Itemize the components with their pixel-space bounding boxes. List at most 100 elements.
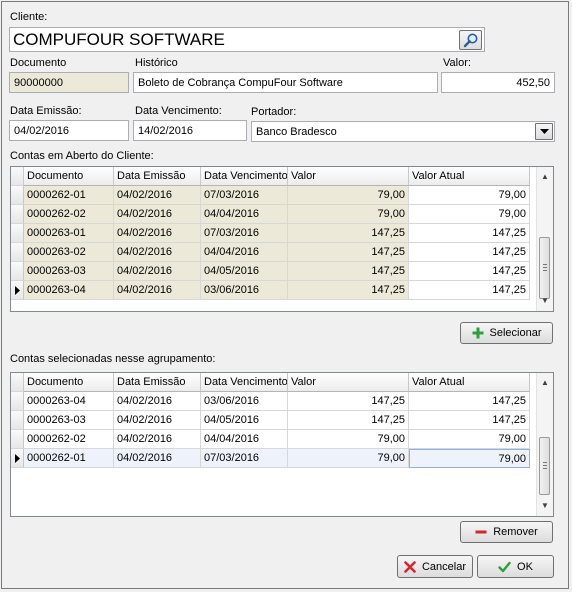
cell-valor-atual: 79,00 xyxy=(409,430,530,449)
vertical-scrollbar[interactable]: ▲ ▼ xyxy=(536,167,553,311)
cell-valor-atual: 79,00 xyxy=(409,186,530,205)
magnifier-icon xyxy=(463,33,477,48)
cell-valor-atual: 147,25 xyxy=(409,392,530,411)
ok-button[interactable]: OK xyxy=(477,555,554,578)
cell-valor: 79,00 xyxy=(288,449,409,468)
portador-dropdown-button[interactable] xyxy=(535,123,553,140)
portador-select[interactable]: Banco Bradesco xyxy=(251,121,555,142)
documento-label: Documento xyxy=(10,57,67,69)
column-header[interactable]: Valor Atual xyxy=(409,373,530,392)
scroll-up-arrow-icon[interactable]: ▲ xyxy=(537,375,553,391)
table-row[interactable]: 0000263-01 04/02/2016 07/03/2016 147,25 … xyxy=(11,224,530,243)
table-row[interactable]: 0000262-01 04/02/2016 07/03/2016 79,00 7… xyxy=(11,186,530,205)
current-row-arrow-icon xyxy=(15,286,20,295)
cliente-label: Cliente: xyxy=(10,11,48,23)
cliente-value: COMPUFOUR SOFTWARE xyxy=(13,30,225,49)
table-row[interactable]: 0000263-02 04/02/2016 04/04/2016 147,25 … xyxy=(11,243,530,262)
row-indicator xyxy=(11,392,24,411)
table-row-current[interactable]: 0000262-01 04/02/2016 07/03/2016 79,00 7… xyxy=(11,449,530,468)
cell-vencimento: 04/04/2016 xyxy=(201,243,288,262)
row-indicator xyxy=(11,411,24,430)
open-accounts-label: Contas em Aberto do Cliente: xyxy=(10,150,154,162)
table-row[interactable]: 0000263-04 04/02/2016 03/06/2016 147,25 … xyxy=(11,392,530,411)
cell-emissao: 04/02/2016 xyxy=(114,430,201,449)
cell-emissao: 04/02/2016 xyxy=(114,243,201,262)
grip-line xyxy=(543,264,547,265)
column-header[interactable]: Documento xyxy=(24,373,114,392)
cell-valor: 79,00 xyxy=(288,205,409,224)
column-header[interactable]: Valor xyxy=(288,167,409,186)
row-indicator-header xyxy=(11,167,24,186)
cell-vencimento: 03/06/2016 xyxy=(201,392,288,411)
column-header[interactable]: Data Emissão xyxy=(114,167,201,186)
cell-documento: 0000263-03 xyxy=(24,411,114,430)
cell-documento: 0000263-04 xyxy=(24,281,114,300)
column-header[interactable]: Valor xyxy=(288,373,409,392)
scrollbar-thumb[interactable] xyxy=(539,437,550,495)
scroll-up-arrow-icon[interactable]: ▲ xyxy=(537,169,553,185)
scroll-down-arrow-icon[interactable]: ▼ xyxy=(537,498,553,514)
grid-header: Documento Data Emissão Data Vencimento V… xyxy=(11,167,530,186)
cell-valor: 147,25 xyxy=(288,392,409,411)
cell-vencimento: 04/04/2016 xyxy=(201,430,288,449)
checkmark-icon xyxy=(498,561,511,572)
column-header[interactable]: Valor Atual xyxy=(409,167,530,186)
open-accounts-grid[interactable]: Documento Data Emissão Data Vencimento V… xyxy=(10,166,554,312)
cell-emissao: 04/02/2016 xyxy=(114,186,201,205)
select-button[interactable]: Selecionar xyxy=(460,322,553,344)
cell-valor: 147,25 xyxy=(288,224,409,243)
historico-label: Histórico xyxy=(135,57,178,69)
table-row[interactable]: 0000262-02 04/02/2016 04/04/2016 79,00 7… xyxy=(11,205,530,224)
data-vencimento-field[interactable]: 14/02/2016 xyxy=(133,120,247,141)
ok-button-label: OK xyxy=(517,560,533,573)
cell-valor-atual[interactable]: 79,00 xyxy=(409,449,530,468)
cancel-button-label: Cancelar xyxy=(421,560,467,573)
cell-valor: 147,25 xyxy=(288,281,409,300)
remove-button[interactable]: Remover xyxy=(460,521,553,543)
current-row-arrow-icon xyxy=(15,454,20,463)
selected-accounts-grid[interactable]: Documento Data Emissão Data Vencimento V… xyxy=(10,372,554,517)
cell-vencimento: 07/03/2016 xyxy=(201,224,288,243)
cell-vencimento: 03/06/2016 xyxy=(201,281,288,300)
cell-vencimento: 04/05/2016 xyxy=(201,262,288,281)
row-indicator-header xyxy=(11,373,24,392)
row-indicator xyxy=(11,262,24,281)
cell-valor-atual: 147,25 xyxy=(409,243,530,262)
cliente-field[interactable]: COMPUFOUR SOFTWARE xyxy=(9,27,485,52)
cell-valor: 79,00 xyxy=(288,430,409,449)
grip-line xyxy=(543,270,547,271)
data-emissao-field[interactable]: 04/02/2016 xyxy=(9,120,129,141)
scrollbar-thumb[interactable] xyxy=(539,237,550,299)
column-header[interactable]: Data Vencimento xyxy=(201,167,288,186)
scroll-down-arrow-icon[interactable]: ▼ xyxy=(537,293,553,309)
row-indicator xyxy=(11,449,24,468)
cell-valor-atual: 79,00 xyxy=(409,205,530,224)
vertical-scrollbar[interactable]: ▲ ▼ xyxy=(536,373,553,516)
valor-field[interactable]: 452,50 xyxy=(441,72,555,93)
column-header[interactable]: Data Vencimento xyxy=(201,373,288,392)
column-header[interactable]: Documento xyxy=(24,167,114,186)
search-button[interactable] xyxy=(459,30,482,50)
cell-valor-atual: 147,25 xyxy=(409,411,530,430)
table-row[interactable]: 0000263-03 04/02/2016 04/05/2016 147,25 … xyxy=(11,411,530,430)
plus-icon xyxy=(472,327,483,339)
cell-documento: 0000263-01 xyxy=(24,224,114,243)
historico-field[interactable]: Boleto de Cobrança CompuFour Software xyxy=(133,72,438,93)
cell-valor-atual: 147,25 xyxy=(409,281,530,300)
row-indicator xyxy=(11,243,24,262)
cell-documento: 0000262-01 xyxy=(24,449,114,468)
grip-line xyxy=(543,465,547,466)
column-header[interactable]: Data Emissão xyxy=(114,373,201,392)
cancel-button[interactable]: Cancelar xyxy=(397,555,473,578)
table-row[interactable]: 0000262-02 04/02/2016 04/04/2016 79,00 7… xyxy=(11,430,530,449)
x-icon xyxy=(404,560,416,573)
table-row-current[interactable]: 0000263-04 04/02/2016 03/06/2016 147,25 … xyxy=(11,281,530,300)
row-indicator xyxy=(11,224,24,243)
cell-documento: 0000262-02 xyxy=(24,430,114,449)
cell-valor: 79,00 xyxy=(288,186,409,205)
data-vencimento-label: Data Vencimento: xyxy=(135,105,222,117)
table-row[interactable]: 0000263-03 04/02/2016 04/05/2016 147,25 … xyxy=(11,262,530,281)
cell-documento: 0000262-02 xyxy=(24,205,114,224)
row-indicator xyxy=(11,205,24,224)
row-indicator xyxy=(11,281,24,300)
